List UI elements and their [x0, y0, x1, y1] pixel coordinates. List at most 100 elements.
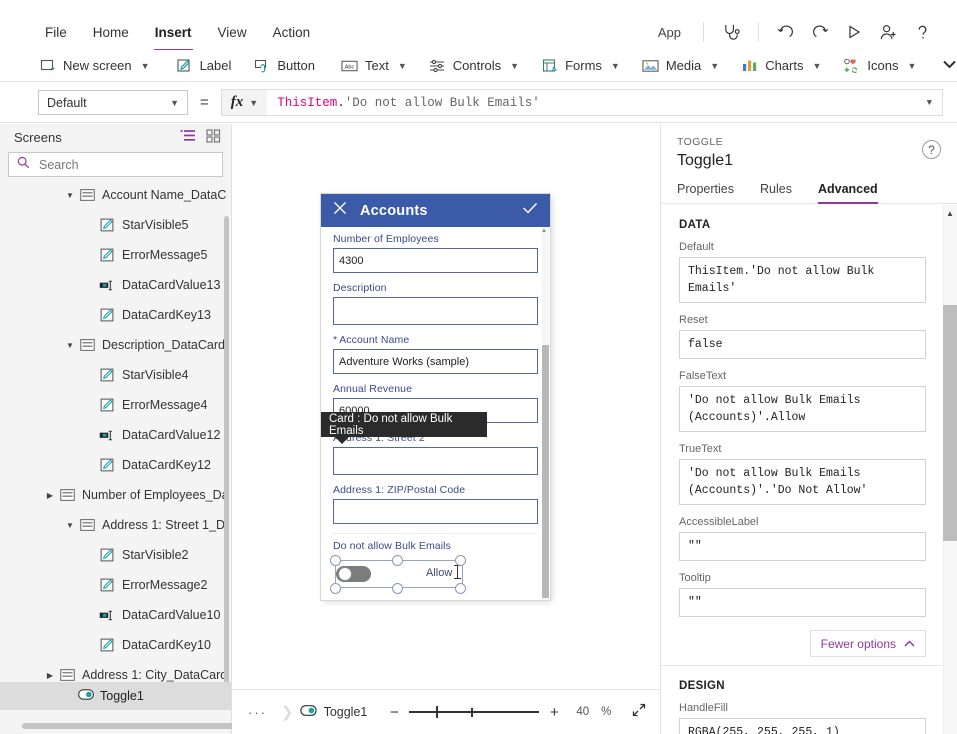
zoom-in-button[interactable]: +	[547, 704, 561, 721]
toggle-track[interactable]	[336, 566, 371, 582]
form-field-input[interactable]	[333, 499, 538, 524]
form-scroll-thumb[interactable]	[542, 345, 549, 598]
menu-item-view[interactable]: View	[205, 21, 260, 44]
property-selector[interactable]: Default ▼	[38, 90, 188, 115]
menu-item-file[interactable]: File	[32, 21, 80, 44]
property-value-input[interactable]: ""	[679, 588, 926, 617]
ribbon-label[interactable]: Label	[165, 51, 243, 81]
search-box[interactable]	[8, 152, 223, 177]
close-icon[interactable]	[333, 201, 347, 220]
tree-item[interactable]: DataCardKey13	[0, 300, 231, 330]
form-field-input[interactable]: Adventure Works (sample)	[333, 349, 538, 374]
resize-handle-ne[interactable]	[455, 555, 466, 566]
redo-icon[interactable]	[803, 17, 837, 47]
resize-handle-nw[interactable]	[330, 555, 341, 566]
form-field-input[interactable]: 4300	[333, 248, 538, 273]
zoom-slider-thumb[interactable]	[436, 706, 439, 718]
twisty-expanded-icon[interactable]: ▼	[62, 191, 78, 200]
search-input[interactable]	[37, 156, 214, 173]
tree-item[interactable]: ErrorMessage4	[0, 390, 231, 420]
form-field: Description	[333, 282, 538, 325]
tree-item[interactable]: ▼ Address 1: Street 1_DataCar	[0, 510, 231, 540]
check-icon[interactable]	[522, 201, 538, 220]
scroll-up-arrow-icon[interactable]: ▲	[541, 228, 547, 234]
tree-view-icon[interactable]	[180, 129, 196, 146]
tree-item[interactable]: ▼ Account Name_DataCard2	[0, 180, 231, 210]
tree-item[interactable]: StarVisible2	[0, 540, 231, 570]
menu-item-home[interactable]: Home	[80, 21, 142, 44]
resize-handle-s[interactable]	[392, 583, 403, 594]
thumbnail-view-icon[interactable]	[206, 128, 221, 146]
stethoscope-icon[interactable]	[714, 17, 748, 47]
media-icon	[642, 57, 659, 74]
menu-item-insert[interactable]: Insert	[142, 21, 205, 51]
tree-vertical-scrollbar[interactable]	[224, 216, 229, 706]
ribbon-charts[interactable]: Charts ▼	[730, 51, 832, 81]
button-icon	[253, 57, 270, 74]
expand-icon[interactable]	[631, 702, 647, 723]
form-field-label: * Account Name	[333, 334, 538, 346]
tree-item[interactable]: ▶ Number of Employees_Data	[0, 480, 231, 510]
formula-input[interactable]: ThisItem.'Do not allow Bulk Emails' ▼	[267, 89, 943, 116]
status-selected-control[interactable]: Toggle1	[299, 705, 367, 719]
play-icon[interactable]	[837, 17, 871, 47]
tree-item[interactable]: DataCardValue13	[0, 270, 231, 300]
toggle-knob[interactable]	[338, 567, 352, 581]
twisty-collapsed-icon[interactable]: ▶	[42, 671, 58, 680]
breadcrumb-more-button[interactable]: ···	[232, 705, 281, 720]
add-user-icon[interactable]	[871, 17, 905, 47]
ribbon-icons[interactable]: Icons ▼	[832, 51, 927, 81]
help-icon[interactable]	[905, 17, 939, 47]
ribbon-media[interactable]: Media ▼	[631, 51, 730, 81]
ribbon-new-screen[interactable]: New screen ▼	[28, 51, 161, 81]
fx-button[interactable]: fx ▼	[220, 89, 268, 116]
tree-item[interactable]: ErrorMessage5	[0, 240, 231, 270]
zoom-out-button[interactable]: −	[387, 704, 401, 721]
twisty-expanded-icon[interactable]: ▼	[62, 341, 78, 350]
resize-handle-se[interactable]	[455, 583, 466, 594]
tree-item[interactable]: DataCardValue12	[0, 420, 231, 450]
resize-handle-n[interactable]	[392, 555, 403, 566]
properties-scroll-thumb[interactable]	[943, 305, 957, 541]
twisty-expanded-icon[interactable]: ▼	[62, 521, 78, 530]
property-value-input[interactable]: 'Do not allow Bulk Emails (Accounts)'.Al…	[679, 386, 926, 432]
toggle-datacard[interactable]: Do not allow Bulk Emails Allow	[330, 533, 538, 594]
resize-handle-sw[interactable]	[330, 583, 341, 594]
form-field-input[interactable]	[333, 447, 538, 475]
tree-item[interactable]: StarVisible5	[0, 210, 231, 240]
property-value-input[interactable]: ""	[679, 532, 926, 561]
ribbon-forms[interactable]: Forms ▼	[530, 51, 631, 81]
fewer-options-button[interactable]: Fewer options	[809, 630, 926, 657]
chevron-down-icon[interactable]: ▼	[927, 98, 932, 108]
tree-item[interactable]: StarVisible4	[0, 360, 231, 390]
tree-item[interactable]: DataCardKey10	[0, 630, 231, 660]
help-circle-icon[interactable]: ?	[922, 140, 941, 159]
tab-advanced[interactable]: Advanced	[817, 178, 878, 204]
twisty-collapsed-icon[interactable]: ▶	[42, 491, 58, 500]
zoom-slider[interactable]	[409, 706, 540, 718]
tab-rules[interactable]: Rules	[760, 178, 792, 203]
tree-selected-item-toggle1[interactable]: Toggle1	[0, 682, 231, 710]
property-value-input[interactable]: RGBA(255, 255, 255, 1)	[679, 718, 926, 734]
property-value-input[interactable]: false	[679, 330, 926, 359]
ribbon-button[interactable]: Button	[242, 51, 326, 81]
ribbon-controls[interactable]: Controls ▼	[418, 51, 530, 81]
property-value-input[interactable]: 'Do not allow Bulk Emails (Accounts)'.'D…	[679, 459, 926, 505]
menu-item-action[interactable]: Action	[260, 21, 324, 44]
fewer-options-row: Fewer options	[661, 628, 944, 657]
label-icon	[176, 57, 193, 74]
form-field-input[interactable]	[333, 297, 538, 325]
property-value-input[interactable]: ThisItem.'Do not allow Bulk Emails'	[679, 257, 926, 303]
label-control-icon	[98, 248, 116, 262]
ribbon-text[interactable]: Abc Text ▼	[330, 51, 418, 81]
tab-properties[interactable]: Properties	[677, 178, 734, 203]
tree-item[interactable]: DataCardValue10	[0, 600, 231, 630]
undo-icon[interactable]	[769, 17, 803, 47]
scroll-up-arrow-icon[interactable]: ▲	[943, 205, 957, 221]
toggle-control-wrapper[interactable]: Allow	[330, 555, 538, 594]
tree-item[interactable]: ErrorMessage2	[0, 570, 231, 600]
tree-item[interactable]: DataCardKey12	[0, 450, 231, 480]
ribbon-overflow[interactable]	[927, 51, 957, 81]
tree-item[interactable]: ▼ Description_DataCard2	[0, 330, 231, 360]
tree-horizontal-scrollbar[interactable]	[22, 723, 242, 729]
